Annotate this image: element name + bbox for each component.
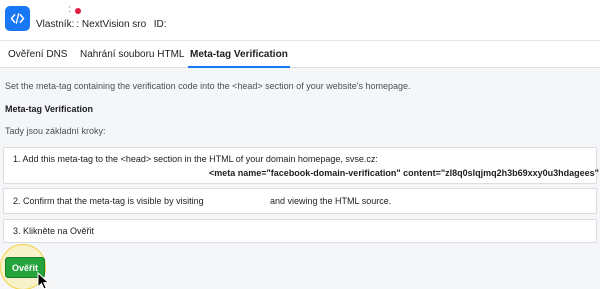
step-2-box: 2. Confirm that the meta-tag is visible … [3,188,597,214]
tab-dns-verification[interactable]: Ověření DNS [8,41,67,68]
homepage-link-redacted[interactable] [207,195,265,207]
id-label: ID: [153,19,167,30]
tab-meta-tag-verification[interactable]: Meta-tag Verification [188,41,290,68]
step-2-text-end: and viewing the HTML source. [270,196,392,206]
step-3-text: 3. Klikněte na Ověřit [13,226,95,236]
steps-label: Tady jsou základní kroky: [5,126,106,136]
tab-html-upload[interactable]: Nahrání souboru HTML [80,41,185,68]
step-3-box: 3. Klikněte na Ověřit [3,219,597,243]
header: : Vlastník:: NextVision sro ID: [0,0,600,40]
owner-name: : NextVision sro [76,19,147,30]
notification-dot [75,8,81,14]
mouse-pointer-icon [37,271,50,289]
step-2-text: 2. Confirm that the meta-tag is visible … [13,196,204,206]
section-title: Meta-tag Verification [5,104,94,114]
owner-info: Vlastník:: NextVision sro ID: [36,19,169,30]
meta-tag-code: <meta name="facebook-domain-verification… [209,168,600,178]
owner-label: Vlastník: [36,19,75,30]
header-separator: : [68,4,71,15]
code-brackets-icon [5,6,30,31]
step-1-box: 1. Add this meta-tag to the <head> secti… [3,147,600,184]
step-1-text: 1. Add this meta-tag to the <head> secti… [13,154,378,164]
verification-tabs: Ověření DNS Nahrání souboru HTML Meta-ta… [0,40,600,68]
intro-text: Set the meta-tag containing the verifica… [5,81,411,91]
